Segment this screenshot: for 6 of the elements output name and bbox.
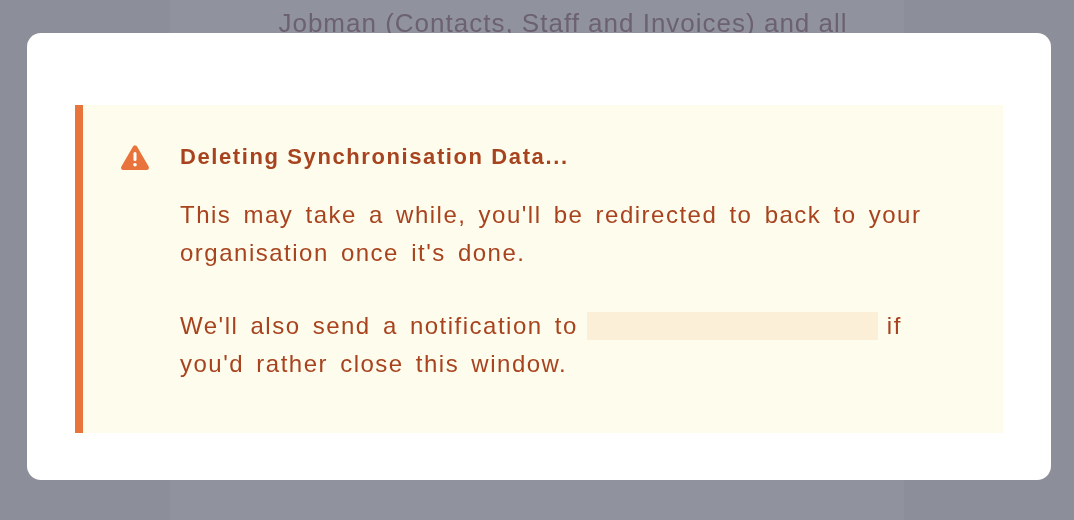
alert-message: We'll also send a notification to bbox=[180, 311, 578, 341]
warning-icon bbox=[120, 144, 150, 170]
alert-message: if bbox=[886, 311, 902, 341]
alert-message: This may take a while, you'll be redirected to back to your organisation once it's done. bbox=[180, 200, 923, 268]
alert-title: Deleting Synchronisation Data... bbox=[180, 144, 569, 170]
alert-message: you'd rather close this window. bbox=[180, 349, 568, 379]
